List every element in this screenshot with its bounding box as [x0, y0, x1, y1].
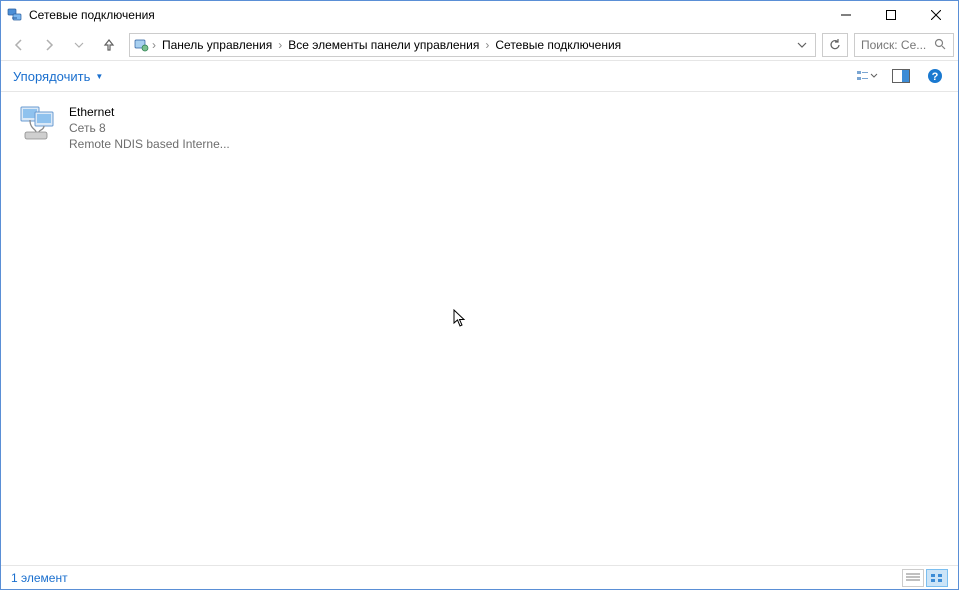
cursor-icon	[453, 309, 469, 329]
organize-label: Упорядочить	[13, 69, 90, 84]
up-button[interactable]	[95, 33, 123, 57]
adapter-text: Ethernet Сеть 8 Remote NDIS based Intern…	[69, 104, 230, 152]
breadcrumb-all-items[interactable]: Все элементы панели управления	[284, 38, 483, 52]
chevron-right-icon[interactable]: ›	[483, 38, 491, 52]
chevron-right-icon[interactable]: ›	[276, 38, 284, 52]
refresh-button[interactable]	[822, 33, 848, 57]
preview-pane-button[interactable]	[886, 65, 916, 87]
address-dropdown-icon[interactable]	[791, 40, 813, 50]
help-button[interactable]: ?	[920, 65, 950, 87]
adapter-device: Remote NDIS based Interne...	[69, 136, 230, 152]
adapter-network: Сеть 8	[69, 120, 230, 136]
search-placeholder: Поиск: Се...	[861, 38, 934, 52]
large-icons-view-button[interactable]	[926, 569, 948, 587]
forward-button[interactable]	[35, 33, 63, 57]
organize-button[interactable]: Упорядочить ▼	[9, 67, 107, 86]
breadcrumb-network-connections[interactable]: Сетевые подключения	[491, 38, 625, 52]
window-controls	[823, 1, 958, 29]
titlebar: Сетевые подключения	[1, 1, 958, 29]
search-input[interactable]: Поиск: Се...	[854, 33, 954, 57]
recent-dropdown[interactable]	[65, 33, 93, 57]
adapter-name: Ethernet	[69, 104, 230, 120]
control-panel-icon	[134, 37, 150, 53]
window-title: Сетевые подключения	[29, 8, 823, 22]
details-view-button[interactable]	[902, 569, 924, 587]
network-adapter-item[interactable]: Ethernet Сеть 8 Remote NDIS based Intern…	[15, 102, 265, 154]
app-icon	[7, 7, 23, 23]
toolbar: Упорядочить ▼ ?	[1, 61, 958, 92]
chevron-right-icon[interactable]: ›	[150, 38, 158, 52]
back-button[interactable]	[5, 33, 33, 57]
navbar: › Панель управления › Все элементы панел…	[1, 29, 958, 61]
maximize-button[interactable]	[868, 1, 913, 29]
statusbar: 1 элемент	[1, 565, 958, 589]
chevron-down-icon: ▼	[95, 72, 103, 81]
content-area[interactable]: Ethernet Сеть 8 Remote NDIS based Intern…	[1, 92, 958, 565]
close-button[interactable]	[913, 1, 958, 29]
view-options-button[interactable]	[852, 65, 882, 87]
minimize-button[interactable]	[823, 1, 868, 29]
address-bar[interactable]: › Панель управления › Все элементы панел…	[129, 33, 816, 57]
status-count: 1 элемент	[11, 571, 68, 585]
window: Сетевые подключения	[0, 0, 959, 590]
breadcrumb-control-panel[interactable]: Панель управления	[158, 38, 276, 52]
search-icon	[934, 38, 947, 51]
network-adapter-icon	[17, 104, 61, 144]
svg-text:?: ?	[932, 71, 939, 83]
